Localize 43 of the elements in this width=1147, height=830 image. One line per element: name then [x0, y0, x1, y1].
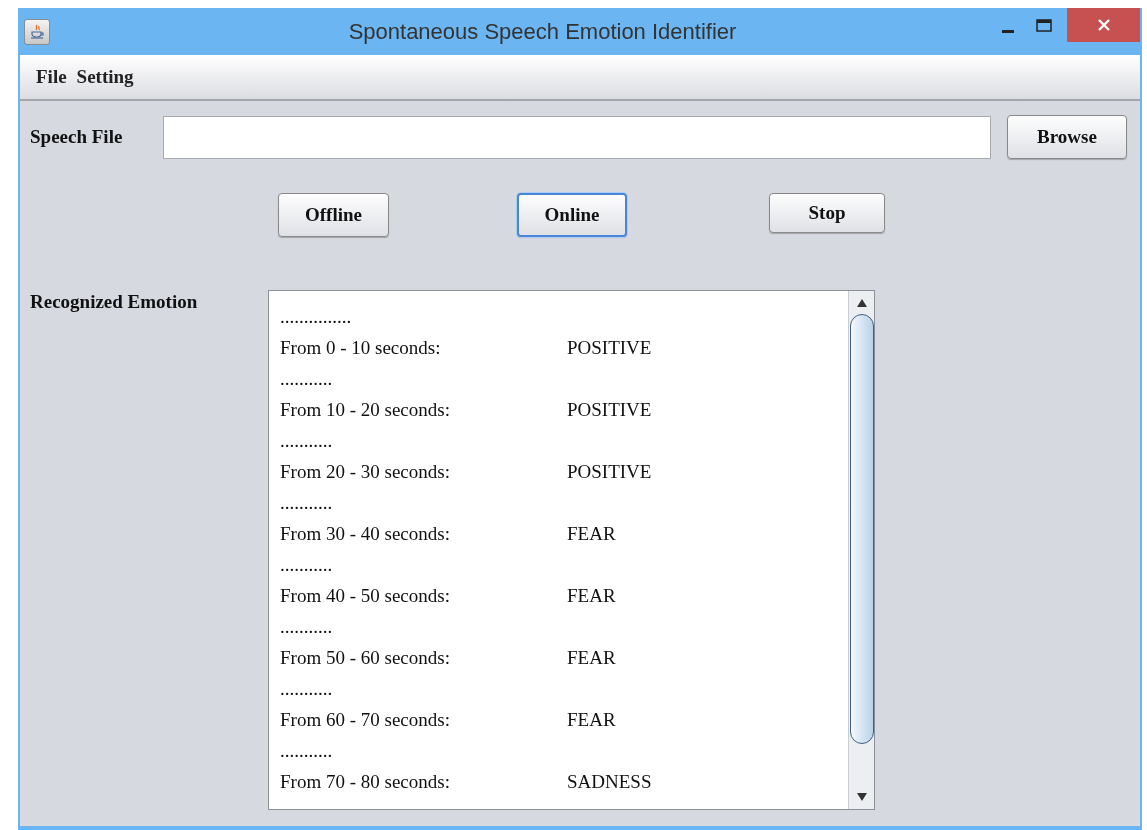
browse-button[interactable]: Browse [1007, 115, 1127, 159]
separator-dots: ........... [280, 429, 333, 453]
emotion-value: FEAR [567, 708, 616, 732]
scroll-down-icon [856, 792, 867, 802]
emotion-value: FEAR [567, 584, 616, 608]
time-range: From 50 - 60 seconds: [280, 646, 451, 670]
emotion-value: POSITIVE [567, 336, 652, 360]
emotion-value: FEAR [567, 646, 616, 670]
separator-dots: ........... [280, 739, 333, 763]
emotion-value: POSITIVE [567, 460, 652, 484]
window-title: Spontaneous Speech Emotion Identifier [348, 18, 737, 46]
speech-file-label: Speech File [30, 124, 124, 149]
emotion-value: FEAR [567, 522, 616, 546]
time-range: From 10 - 20 seconds: [280, 398, 451, 422]
scrollbar[interactable] [848, 291, 874, 809]
time-range: From 0 - 10 seconds: [280, 336, 442, 360]
separator-dots: ............... [280, 305, 352, 329]
action-button[interactable]: Online [517, 193, 627, 237]
menu-item[interactable]: File [36, 62, 67, 92]
action-button[interactable]: Offline [278, 193, 389, 237]
separator-dots: ........... [280, 677, 333, 701]
menu-item[interactable]: Setting [76, 62, 134, 92]
close-icon [1096, 18, 1111, 32]
time-range: From 20 - 30 seconds: [280, 460, 451, 484]
speech-file-field[interactable] [163, 115, 991, 159]
close-button[interactable] [1067, 8, 1140, 42]
separator-dots: ........... [280, 367, 333, 391]
scroll-thumb[interactable] [849, 314, 874, 744]
time-range: From 60 - 70 seconds: [280, 708, 451, 732]
time-range: From 30 - 40 seconds: [280, 522, 451, 546]
time-range: From 70 - 80 seconds: [280, 770, 451, 794]
emotion-value: SADNESS [567, 770, 652, 794]
separator-dots: ........... [280, 553, 333, 577]
maximize-icon [1036, 18, 1052, 32]
separator-dots: ........... [280, 491, 333, 515]
minimize-icon [1002, 29, 1014, 33]
app-icon [24, 18, 50, 45]
scroll-up-icon [856, 298, 867, 308]
emotion-value: POSITIVE [567, 398, 652, 422]
time-range: From 40 - 50 seconds: [280, 584, 451, 608]
action-button[interactable]: Stop [769, 193, 885, 233]
recognized-emotion-label: Recognized Emotion [29, 290, 199, 314]
separator-dots: ........... [280, 615, 333, 639]
